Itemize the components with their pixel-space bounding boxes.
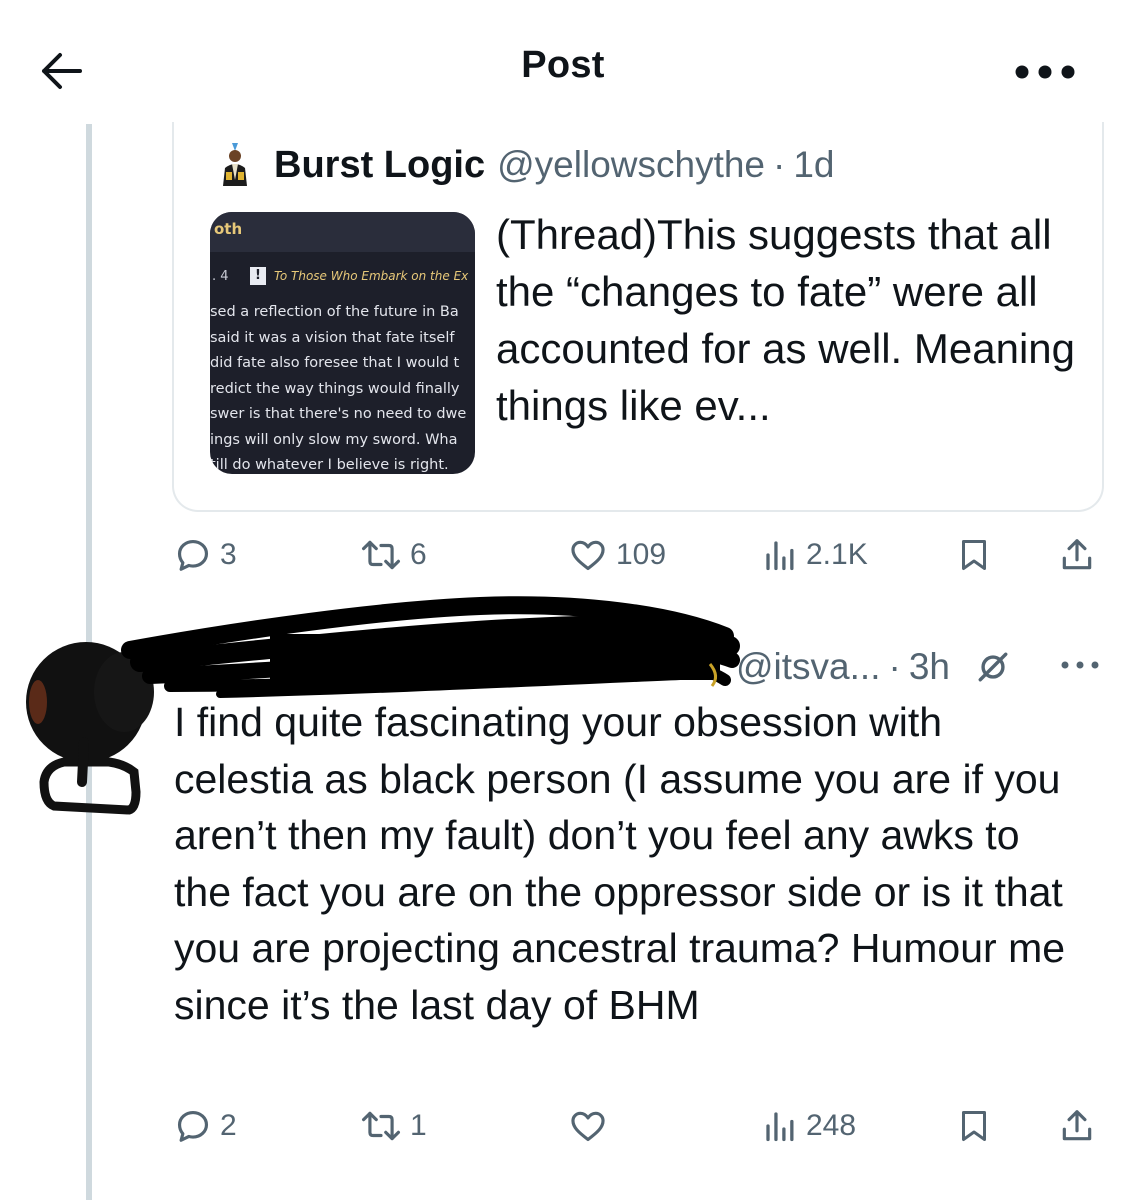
author-handle[interactable]: @yellowschythe (497, 144, 765, 186)
reply-count: 3 (220, 538, 237, 571)
image-text-line: said it was a vision that fate itself (210, 329, 455, 346)
share-icon (1062, 1110, 1092, 1141)
like-count: 109 (616, 538, 667, 571)
image-text-line: did fate also foresee that I would t (210, 355, 460, 371)
repost-button[interactable]: 6 (360, 530, 427, 580)
repost-count: 1 (410, 1109, 427, 1142)
post-action-bar: 3 6 109 2.1K (174, 530, 1104, 580)
view-count: 2.1K (806, 538, 868, 571)
reply-icon (177, 1110, 209, 1142)
grok-icon (978, 652, 1008, 682)
image-alert-badge: ! (250, 267, 266, 285)
analytics-icon (766, 1112, 794, 1142)
image-text-lines: sed a reflection of the future in Ba sai… (210, 304, 475, 474)
image-text-line: swer is that there's no need to dwe (210, 406, 467, 422)
share-button[interactable] (1058, 530, 1096, 580)
image-heading: To Those Who Embark on the Ex (274, 269, 469, 283)
top-bar: Post (0, 0, 1126, 120)
post-action-bar: 2 1 248 (174, 1101, 1104, 1151)
avatar[interactable] (210, 140, 260, 190)
reply-button[interactable]: 3 (174, 530, 237, 580)
share-button[interactable] (1058, 1101, 1096, 1151)
more-horizontal-icon (1015, 65, 1075, 79)
bookmark-button[interactable] (956, 530, 992, 580)
more-options-button[interactable] (1010, 52, 1080, 92)
heart-icon (571, 1111, 605, 1142)
view-count: 248 (806, 1109, 857, 1142)
post-time[interactable]: 1d (793, 144, 834, 186)
like-button[interactable] (568, 1101, 616, 1151)
like-button[interactable]: 109 (568, 530, 666, 580)
image-title-row: . 4 ! To Those Who Embark on the Ex (210, 264, 475, 290)
redaction-scribble (121, 596, 740, 698)
reply-post-header: @itsva... · 3h (736, 642, 1014, 692)
repost-count: 6 (410, 538, 427, 571)
reply-count: 2 (220, 1109, 237, 1142)
image-text-line: till do whatever I believe is right. (210, 457, 449, 473)
more-horizontal-icon (1061, 661, 1099, 669)
author-name[interactable]: Burst Logic (274, 144, 485, 187)
bookmark-icon (962, 1111, 986, 1141)
bookmark-icon (962, 540, 986, 570)
repost-icon (362, 540, 400, 570)
separator-dot: · (773, 144, 786, 185)
quoted-post-header: Burst Logic @yellowschythe · 1d (210, 140, 835, 190)
quoted-post-text: (Thread)This suggests that all the “chan… (496, 211, 1075, 429)
views-button[interactable]: 2.1K (762, 530, 868, 580)
bookmark-button[interactable] (956, 1101, 992, 1151)
views-button[interactable]: 248 (762, 1101, 856, 1151)
reply-post-text: I find quite fascinating your obsession … (174, 699, 1066, 1028)
share-icon (1062, 539, 1092, 570)
post-time[interactable]: 3h (909, 646, 950, 688)
repost-icon (362, 1111, 400, 1141)
reply-more-options-button[interactable] (1056, 648, 1104, 682)
separator-dot: · (888, 646, 901, 687)
image-tab-label: oth (214, 220, 243, 238)
reply-button[interactable]: 2 (174, 1101, 237, 1151)
image-text-line: ings will only slow my sword. Wha (210, 431, 458, 448)
repost-button[interactable]: 1 (360, 1101, 427, 1151)
image-chapter-label: . 4 (212, 269, 229, 284)
image-text-line: sed a reflection of the future in Ba (210, 304, 459, 320)
image-tab-bar: oth (210, 212, 475, 252)
reply-icon (177, 539, 209, 571)
analytics-icon (766, 541, 794, 571)
grok-button[interactable] (972, 646, 1014, 688)
quoted-post-card[interactable]: Burst Logic @yellowschythe · 1d oth . 4 … (172, 122, 1104, 512)
image-text-line: redict the way things would finally (210, 380, 460, 397)
author-handle[interactable]: @itsva... (736, 646, 880, 688)
quoted-post-image[interactable]: oth . 4 ! To Those Who Embark on the Ex … (210, 212, 475, 474)
heart-icon (571, 540, 605, 571)
page-title: Post (521, 44, 605, 86)
